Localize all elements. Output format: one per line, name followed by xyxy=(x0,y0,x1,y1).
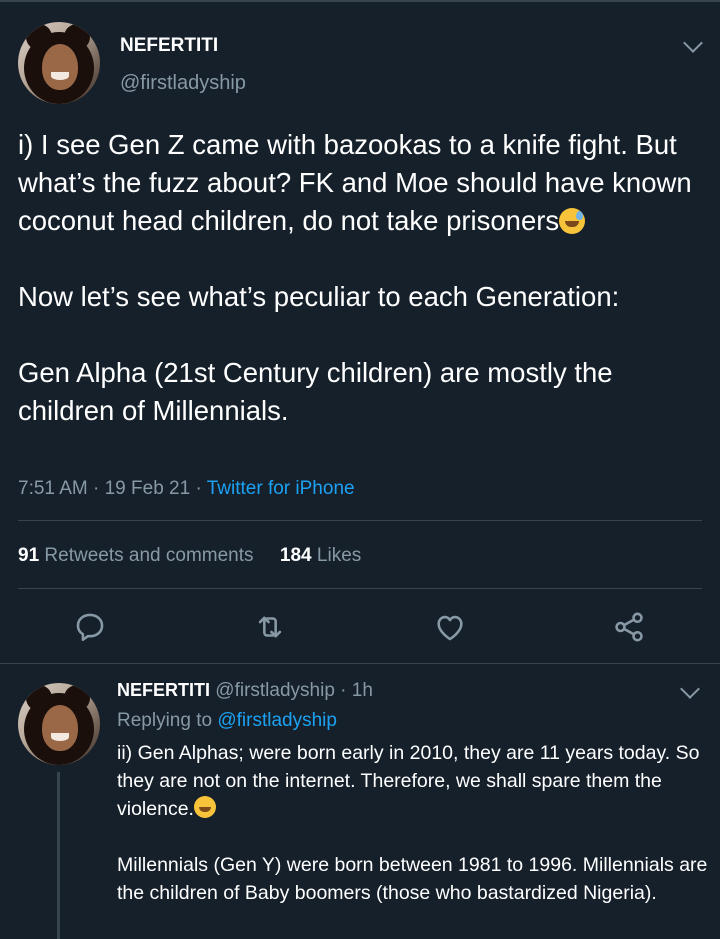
retweets-label: Retweets and comments xyxy=(44,545,254,566)
chevron-down-icon[interactable] xyxy=(680,679,700,699)
divider xyxy=(18,520,702,521)
replying-label: Replying to xyxy=(117,710,213,731)
retweets-stat[interactable]: 91 Retweets and comments xyxy=(18,545,254,566)
tweet-text: i) I see Gen Z came with bazookas to a k… xyxy=(18,126,708,430)
avatar-hair-bun-left xyxy=(26,685,52,711)
avatar-hair-bun-left xyxy=(26,24,52,50)
top-divider xyxy=(0,0,720,2)
tweet-meta: 7:51 AM · 19 Feb 21 · Twitter for iPhone xyxy=(18,478,355,500)
avatar[interactable] xyxy=(18,683,100,765)
tweet-stats: 91 Retweets and comments 184 Likes xyxy=(18,545,361,567)
reply-icon[interactable] xyxy=(73,610,107,644)
reply-text: ii) Gen Alphas; were born early in 2010,… xyxy=(117,739,717,907)
tweet-text-part-2: Now let’s see what’s peculiar to each Ge… xyxy=(18,281,620,426)
replying-to-link[interactable]: @firstladyship xyxy=(217,710,337,731)
reply-author-handle[interactable]: @firstladyship xyxy=(215,680,335,701)
avatar-smile xyxy=(51,733,69,741)
avatar[interactable] xyxy=(18,22,100,104)
smiling-face-emoji-icon xyxy=(193,796,216,818)
action-bar xyxy=(0,606,720,650)
divider xyxy=(18,588,702,589)
retweets-count: 91 xyxy=(18,545,40,566)
tweet-time: 7:51 AM xyxy=(18,478,88,499)
reply-header: NEFERTITI @firstladyship · 1h xyxy=(117,680,373,702)
reply-text-part-2: Millennials (Gen Y) were born between 19… xyxy=(117,854,708,904)
retweet-icon[interactable] xyxy=(253,610,287,644)
author-name[interactable]: NEFERTITI xyxy=(120,35,218,57)
meta-dot: · xyxy=(93,478,100,499)
sweat-smile-emoji-icon xyxy=(559,208,586,234)
likes-stat[interactable]: 184 Likes xyxy=(280,545,361,566)
reply-age: 1h xyxy=(351,680,373,701)
tweet-separator xyxy=(0,663,720,664)
author-handle[interactable]: @firstladyship xyxy=(120,72,246,95)
meta-dot: · xyxy=(340,680,347,701)
avatar-face xyxy=(42,44,78,90)
heart-icon[interactable] xyxy=(433,610,467,644)
avatar-face xyxy=(42,705,78,751)
likes-count: 184 xyxy=(279,545,312,566)
replying-to: Replying to @firstladyship xyxy=(117,710,337,732)
share-icon[interactable] xyxy=(612,610,646,644)
tweet-text-part-1: i) I see Gen Z came with bazookas to a k… xyxy=(18,129,700,236)
meta-dot: · xyxy=(195,478,202,499)
thread-line xyxy=(57,772,60,939)
chevron-down-icon[interactable] xyxy=(683,33,703,53)
avatar-smile xyxy=(51,72,69,80)
reply-author-name[interactable]: NEFERTITI xyxy=(117,680,210,700)
tweet-date: 19 Feb 21 xyxy=(104,478,191,499)
likes-label: Likes xyxy=(316,545,362,566)
tweet-source-link[interactable]: Twitter for iPhone xyxy=(207,478,355,499)
